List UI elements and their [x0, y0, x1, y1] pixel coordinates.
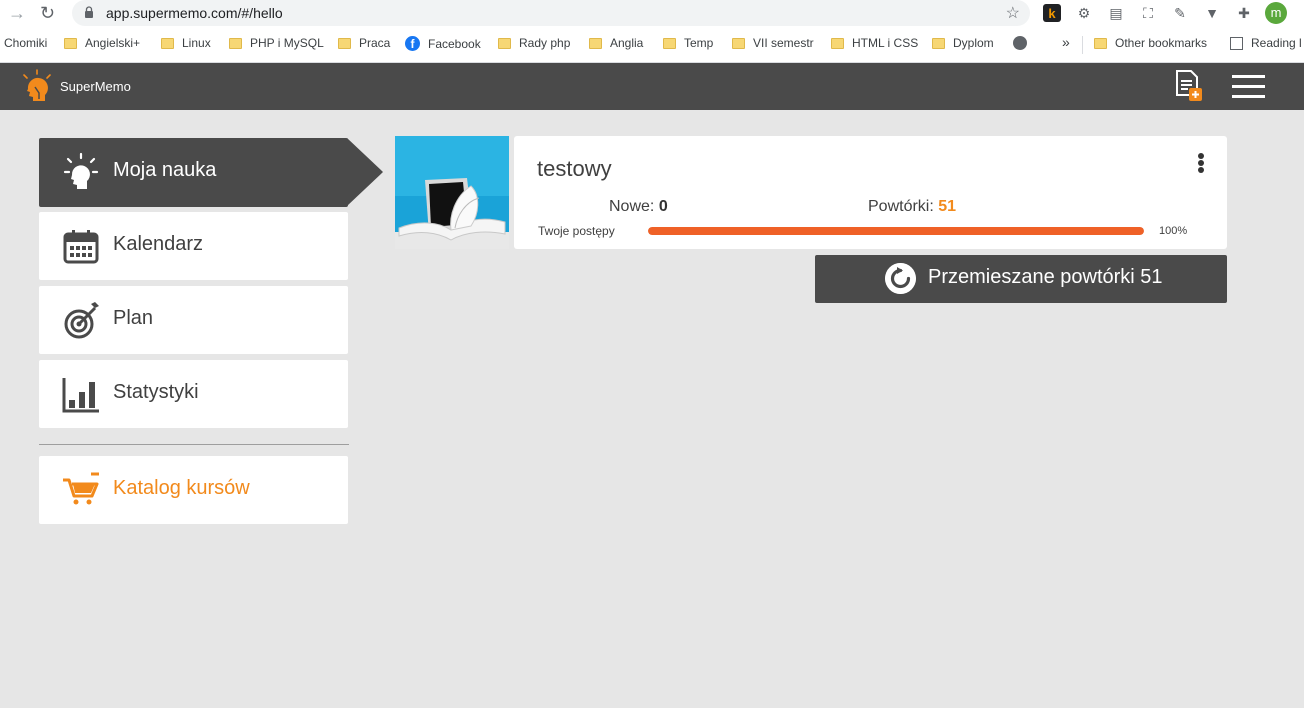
folder-icon — [161, 37, 174, 49]
folder-icon — [732, 37, 745, 49]
active-indicator-arrow — [347, 138, 383, 206]
sidebar-item-label: Katalog kursów — [113, 477, 250, 499]
sidebar-item-moja-nauka[interactable]: Moja nauka — [39, 138, 348, 207]
bookmark-item[interactable]: f Facebook — [405, 36, 481, 51]
divider — [1082, 36, 1083, 54]
extension-gear-icon[interactable]: ⚙ — [1075, 4, 1093, 22]
folder-icon — [663, 37, 676, 49]
reload-icon[interactable]: ↻ — [40, 3, 60, 23]
bookmark-item[interactable]: VII semestr — [732, 36, 814, 50]
app-header: SuperMemo — [0, 63, 1304, 110]
star-icon[interactable]: ☆ — [1006, 3, 1020, 23]
bar-chart-icon — [62, 378, 99, 413]
new-value: 0 — [658, 198, 668, 215]
reviews-value: 51 — [938, 198, 957, 215]
folder-icon — [831, 37, 844, 49]
logo-text[interactable]: SuperMemo — [60, 79, 131, 94]
puzzle-icon[interactable]: ✚ — [1235, 4, 1253, 22]
mixed-reviews-label: Przemieszane powtórki 51 — [928, 266, 1163, 288]
course-thumbnail[interactable] — [395, 136, 509, 249]
sidebar-divider — [39, 444, 349, 445]
profile-avatar[interactable]: m — [1265, 2, 1287, 24]
bookmark-item[interactable]: Praca — [338, 36, 390, 50]
cart-icon — [63, 472, 99, 505]
refresh-icon — [885, 263, 916, 294]
bulb-head-icon — [63, 152, 99, 189]
reading-list[interactable]: Reading l — [1230, 36, 1302, 50]
progress-percent: 100% — [1159, 225, 1188, 237]
sidebar-item-label: Plan — [113, 307, 154, 329]
sidebar-item-kalendarz[interactable]: Kalendarz — [39, 212, 348, 280]
course-title[interactable]: testowy — [537, 156, 612, 182]
forward-arrow-icon[interactable]: → — [8, 3, 28, 23]
folder-icon — [589, 37, 602, 49]
lock-icon — [85, 6, 93, 18]
bookmark-item[interactable]: Anglia — [589, 36, 643, 50]
other-bookmarks[interactable]: Other bookmarks — [1094, 36, 1207, 50]
screenshot-icon[interactable]: ⛶ — [1139, 4, 1157, 22]
extension-k-icon[interactable]: k — [1043, 4, 1061, 22]
browser-toolbar: → ↻ app.supermemo.com/#/hello ☆ k ⚙ ▤ ⛶ … — [0, 0, 1304, 27]
bookmarks-bar: Chomiki Angielski+ Linux PHP i MySQL Pra… — [0, 27, 1304, 63]
laptop-book-image — [395, 136, 509, 249]
reading-list-icon — [1230, 36, 1243, 50]
sidebar-item-plan[interactable]: Plan — [39, 286, 348, 354]
folder-icon — [229, 37, 242, 49]
bookmarks-overflow[interactable]: » — [1062, 34, 1070, 50]
sidebar-item-label: Kalendarz — [113, 233, 204, 255]
folder-icon — [64, 37, 77, 49]
folder-icon — [338, 37, 351, 49]
reviews-label: Powtórki: — [868, 198, 934, 215]
facebook-icon: f — [405, 36, 420, 51]
target-icon — [64, 302, 99, 339]
more-options-icon[interactable] — [1198, 153, 1206, 173]
new-label: Nowe: — [609, 198, 655, 215]
folder-icon — [1094, 37, 1107, 49]
bulb-head-logo-icon — [23, 69, 51, 101]
globe-icon — [1013, 36, 1027, 50]
url-text: app.supermemo.com/#/hello — [106, 5, 283, 21]
sidebar-item-label: Statystyki — [113, 381, 199, 403]
bookmark-item[interactable]: Dyplom — [932, 36, 994, 50]
course-card[interactable]: testowy Nowe: 0 Powtórki: 51 Twoje postę… — [514, 136, 1227, 249]
bookmark-item[interactable]: Angielski+ — [64, 36, 140, 50]
hamburger-menu-icon[interactable] — [1232, 75, 1266, 99]
progress-bar-fill — [648, 227, 1144, 235]
bookmark-item[interactable]: Chomiki — [4, 36, 47, 50]
sidebar-item-statystyki[interactable]: Statystyki — [39, 360, 348, 428]
folder-icon — [498, 37, 511, 49]
extension-calendar-icon[interactable]: ▤ — [1107, 4, 1125, 22]
folder-icon — [932, 37, 945, 49]
add-document-icon[interactable] — [1174, 70, 1204, 102]
bookmark-item[interactable]: PHP i MySQL — [229, 36, 324, 50]
eyedropper-icon[interactable]: ✎ — [1171, 4, 1189, 22]
bookmark-item[interactable]: Rady php — [498, 36, 570, 50]
extension-v-icon[interactable]: ▼ — [1203, 4, 1221, 22]
mixed-reviews-button[interactable]: Przemieszane powtórki 51 — [815, 255, 1227, 303]
new-items-stat: Nowe: 0 — [609, 198, 668, 216]
reviews-stat: Powtórki: 51 — [868, 198, 956, 216]
progress-bar — [648, 227, 1144, 235]
bookmark-item[interactable]: Temp — [663, 36, 713, 50]
sidebar-item-label: Moja nauka — [113, 159, 217, 181]
bookmark-item[interactable]: HTML i CSS — [831, 36, 918, 50]
calendar-icon — [63, 230, 99, 264]
bookmark-item[interactable]: Linux — [161, 36, 211, 50]
sidebar-item-katalog-kursow[interactable]: Katalog kursów — [39, 456, 348, 524]
bookmark-item[interactable] — [1013, 36, 1027, 50]
progress-label: Twoje postępy — [538, 224, 615, 238]
address-bar[interactable]: app.supermemo.com/#/hello ☆ — [72, 0, 1030, 26]
